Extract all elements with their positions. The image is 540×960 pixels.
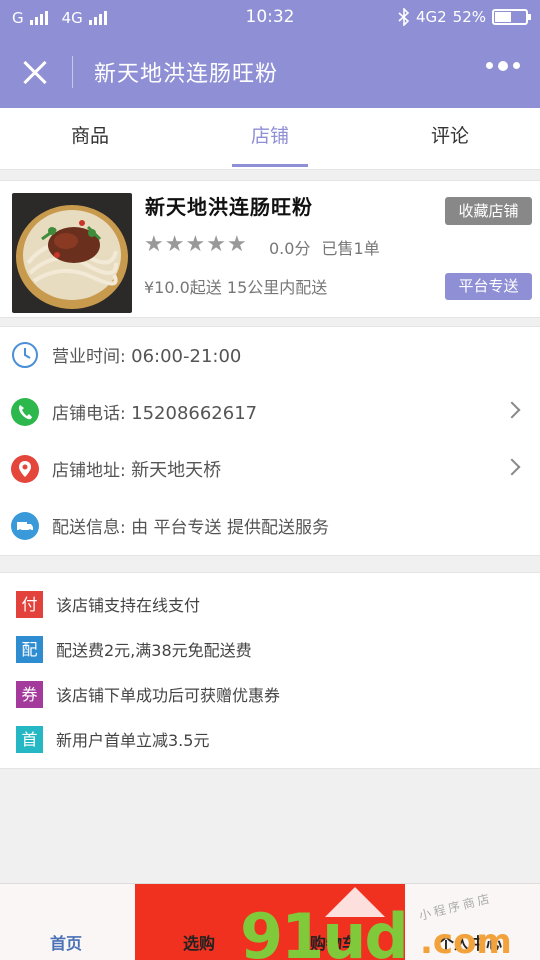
promo-coupon: 券 该店铺下单成功后可获赠优惠券 bbox=[0, 673, 540, 717]
chevron-right-icon bbox=[503, 458, 521, 476]
tab-shop[interactable]: 店铺 bbox=[180, 108, 360, 169]
delivery-terms: ¥10.0起送 15公里内配送 bbox=[144, 278, 328, 297]
rating-stars: ★ ★ ★ ★ ★ bbox=[144, 233, 247, 257]
promo-text: 新用户首单立减3.5元 bbox=[56, 731, 210, 750]
tab-goods[interactable]: 商品 bbox=[0, 108, 180, 169]
phone-label: 店铺电话: bbox=[52, 404, 126, 424]
shop-image bbox=[12, 193, 132, 313]
address-row[interactable]: 店铺地址: 新天地天桥 bbox=[0, 441, 540, 497]
promotion-list: 付 该店铺支持在线支付 配 配送费2元,满38元免配送费 券 该店铺下单成功后可… bbox=[0, 572, 540, 769]
promo-tag: 付 bbox=[16, 591, 43, 618]
address-value: 新天地天桥 bbox=[131, 460, 222, 481]
status-right: 4G2 52% bbox=[398, 8, 531, 26]
phone-icon bbox=[11, 398, 39, 426]
phone-row[interactable]: 店铺电话: 15208662617 bbox=[0, 384, 540, 440]
watermark-suffix: .com bbox=[420, 922, 512, 960]
tab-bar: 商品 店铺 评论 bbox=[0, 108, 540, 170]
bluetooth-icon bbox=[398, 8, 410, 26]
bottom-nav: 首页 选购 购物车 个人中心 91ud .com bbox=[0, 883, 540, 960]
hours-row: 营业时间: 06:00-21:00 bbox=[0, 327, 540, 383]
platform-delivery-badge: 平台专送 bbox=[445, 273, 532, 300]
clock-icon bbox=[12, 342, 38, 368]
delivery-field: 配送信息: 由 平台专送 提供配送服务 bbox=[52, 513, 329, 538]
tab-reviews[interactable]: 评论 bbox=[360, 108, 540, 169]
shop-card: 新天地洪连肠旺粉 收藏店铺 ★ ★ ★ ★ ★ 0.0分 已售1单 ¥10.0起… bbox=[0, 180, 540, 318]
star-icon: ★ bbox=[226, 232, 247, 257]
close-icon[interactable] bbox=[18, 56, 54, 88]
sold-count: 已售1单 bbox=[321, 239, 380, 258]
phone-field: 店铺电话: 15208662617 bbox=[52, 399, 257, 424]
delivery-value: 由 平台专送 提供配送服务 bbox=[131, 518, 329, 538]
promo-first-order: 首 新用户首单立减3.5元 bbox=[0, 718, 540, 762]
promo-tag: 配 bbox=[16, 636, 43, 663]
promo-delivery-fee: 配 配送费2元,满38元免配送费 bbox=[0, 628, 540, 672]
promo-text: 配送费2元,满38元免配送费 bbox=[56, 641, 252, 660]
hours-value: 06:00-21:00 bbox=[131, 346, 242, 367]
battery-percent: 52% bbox=[452, 8, 486, 26]
star-icon: ★ bbox=[164, 232, 185, 257]
location-icon bbox=[11, 455, 39, 483]
delivery-label: 配送信息: bbox=[52, 518, 126, 538]
page-title: 新天地洪连肠旺粉 bbox=[94, 62, 279, 87]
nav-home[interactable]: 首页 bbox=[50, 930, 82, 954]
star-icon: ★ bbox=[185, 232, 206, 257]
star-icon: ★ bbox=[144, 232, 164, 257]
title-bar: 新天地洪连肠旺粉 bbox=[0, 36, 540, 108]
hours-label: 营业时间: bbox=[52, 347, 126, 367]
hours-field: 营业时间: 06:00-21:00 bbox=[52, 342, 241, 367]
star-icon: ★ bbox=[206, 232, 226, 257]
title-divider bbox=[72, 56, 73, 88]
address-field: 店铺地址: 新天地天桥 bbox=[52, 456, 221, 482]
promo-tag: 首 bbox=[16, 726, 43, 753]
chevron-right-icon bbox=[503, 401, 521, 419]
address-label: 店铺地址: bbox=[52, 461, 126, 481]
truck-icon bbox=[11, 512, 39, 540]
promo-online-pay: 付 该店铺支持在线支付 bbox=[0, 583, 540, 627]
watermark-arrow-icon bbox=[325, 887, 385, 917]
promo-tag: 券 bbox=[16, 681, 43, 708]
battery-icon bbox=[492, 9, 531, 25]
promo-text: 该店铺下单成功后可获赠优惠券 bbox=[56, 686, 281, 705]
battery-fill bbox=[495, 12, 511, 22]
status-bar: G 4G 10:32 4G2 52% bbox=[0, 0, 540, 36]
shop-info-list: 营业时间: 06:00-21:00 店铺电话: 15208662617 店铺地址… bbox=[0, 326, 540, 556]
favorite-shop-button[interactable]: 收藏店铺 bbox=[445, 197, 532, 225]
more-icon[interactable] bbox=[486, 61, 520, 71]
network-label: 4G2 bbox=[415, 8, 447, 26]
nav-select[interactable]: 选购 bbox=[183, 930, 215, 954]
delivery-row: 配送信息: 由 平台专送 提供配送服务 bbox=[0, 498, 540, 554]
promo-text: 该店铺支持在线支付 bbox=[56, 596, 201, 615]
rating-score: 0.0分 bbox=[269, 239, 311, 258]
shop-name: 新天地洪连肠旺粉 bbox=[145, 195, 313, 219]
phone-value: 15208662617 bbox=[131, 403, 258, 424]
rating-summary: 0.0分 已售1单 bbox=[269, 235, 380, 259]
